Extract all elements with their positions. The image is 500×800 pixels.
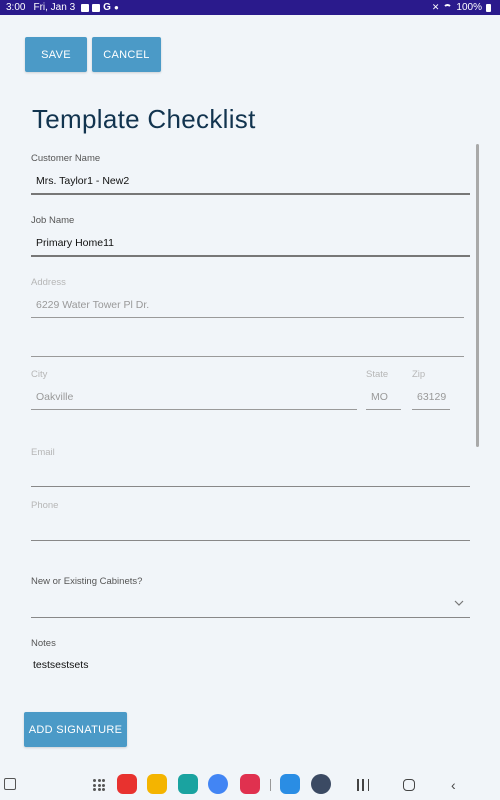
flipboard-app-icon[interactable] xyxy=(117,774,137,794)
address-line2-underline xyxy=(31,356,464,357)
state-underline xyxy=(366,409,401,410)
cancel-button[interactable]: CANCEL xyxy=(92,37,161,72)
job-name-value[interactable]: Primary Home11 xyxy=(36,237,114,249)
zip-value[interactable]: 63129 xyxy=(417,391,446,403)
address-underline xyxy=(31,317,464,318)
email-label: Email xyxy=(31,447,55,458)
phone-underline xyxy=(31,540,470,541)
state-label: State xyxy=(366,369,389,380)
more-notifications-icon: ● xyxy=(113,3,119,12)
mute-icon: ✕ xyxy=(431,2,440,12)
address-label: Address xyxy=(31,277,66,288)
back-icon[interactable]: ‹ xyxy=(451,778,456,792)
notes-label: Notes xyxy=(31,638,56,649)
google-notification-icon: G xyxy=(103,2,111,13)
files-app-icon[interactable] xyxy=(147,774,167,794)
connect-app-icon[interactable] xyxy=(280,774,300,794)
email-underline xyxy=(31,486,470,487)
city-label: City xyxy=(31,369,48,380)
scrollbar[interactable] xyxy=(476,144,479,447)
status-time: 3:00 xyxy=(6,2,26,13)
chrome-app-icon[interactable] xyxy=(208,774,228,794)
navigation-bar: ‹ xyxy=(0,770,500,800)
job-name-label: Job Name xyxy=(31,215,75,226)
wifi-icon xyxy=(443,4,453,11)
chevron-down-icon[interactable] xyxy=(454,598,464,608)
add-signature-button[interactable]: ADD SIGNATURE xyxy=(24,712,127,747)
calendar-app-icon[interactable] xyxy=(178,774,198,794)
status-bar: 3:00 Fri, Jan 3 G ● ✕ 100% xyxy=(0,0,500,15)
page-title: Template Checklist xyxy=(32,104,256,134)
address-value[interactable]: 6229 Water Tower Pl Dr. xyxy=(36,299,149,311)
zip-underline xyxy=(412,409,450,410)
app-drawer-icon[interactable] xyxy=(93,779,105,791)
recents-icon[interactable] xyxy=(357,779,369,791)
cabinets-label: New or Existing Cabinets? xyxy=(31,576,143,587)
state-value[interactable]: MO xyxy=(371,391,388,403)
screen-recorder-app-icon[interactable] xyxy=(240,774,260,794)
customer-name-label: Customer Name xyxy=(31,153,101,164)
home-icon[interactable] xyxy=(403,779,415,791)
settings-app-icon[interactable] xyxy=(311,774,331,794)
cabinets-underline xyxy=(31,617,470,618)
battery-text: 100% xyxy=(456,2,482,13)
save-button[interactable]: SAVE xyxy=(25,37,87,72)
job-name-underline xyxy=(31,255,470,257)
zip-label: Zip xyxy=(412,369,426,380)
city-underline xyxy=(31,409,357,410)
customer-name-underline xyxy=(31,193,470,195)
city-value[interactable]: Oakville xyxy=(36,391,73,403)
battery-icon xyxy=(486,3,491,12)
phone-label: Phone xyxy=(31,500,59,511)
keyboard-toggle-icon[interactable] xyxy=(4,778,16,790)
contacts-notification-icon xyxy=(92,3,101,12)
notes-value[interactable]: testsestsets xyxy=(33,659,88,671)
gallery-notification-icon xyxy=(81,3,90,12)
status-date: Fri, Jan 3 xyxy=(33,2,76,13)
customer-name-value[interactable]: Mrs. Taylor1 - New2 xyxy=(36,175,129,187)
dock-separator xyxy=(270,779,271,791)
